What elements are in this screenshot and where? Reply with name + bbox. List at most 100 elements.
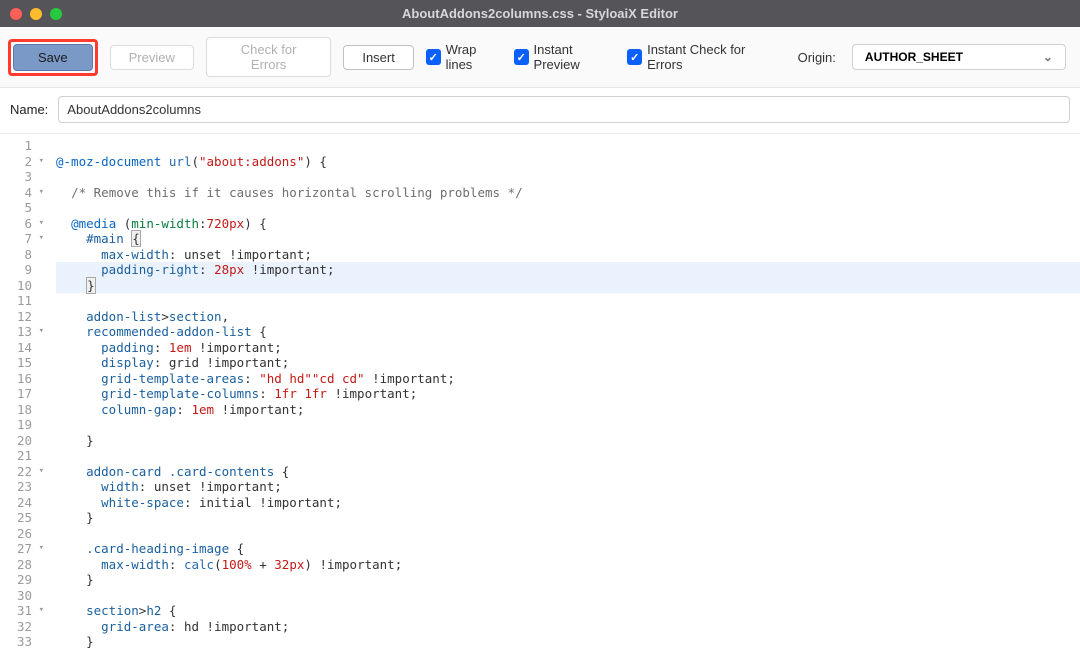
line-number: 22▾ — [0, 464, 50, 480]
line-number: 14 — [0, 340, 50, 356]
line-number: 24 — [0, 495, 50, 511]
name-input[interactable] — [58, 96, 1070, 123]
origin-value: AUTHOR_SHEET — [865, 50, 963, 64]
code-line[interactable] — [56, 200, 1080, 216]
code-line[interactable]: #main { — [56, 231, 1080, 247]
fold-icon[interactable]: ▾ — [36, 464, 44, 480]
code-line[interactable]: addon-card .card-contents { — [56, 464, 1080, 480]
check-icon: ✓ — [627, 49, 642, 65]
line-number: 8 — [0, 247, 50, 263]
code-line[interactable]: addon-list>section, — [56, 309, 1080, 325]
code-line[interactable] — [56, 138, 1080, 154]
window-title: AboutAddons2columns.css - StyloaiX Edito… — [402, 6, 678, 21]
code-area[interactable]: @-moz-document url("about:addons") { /* … — [50, 134, 1080, 653]
line-number: 12 — [0, 309, 50, 325]
origin-select[interactable]: AUTHOR_SHEET ⌄ — [852, 44, 1066, 70]
code-line[interactable]: max-width: unset !important; — [56, 247, 1080, 263]
fold-icon[interactable]: ▾ — [36, 154, 44, 170]
check-errors-button[interactable]: Check for Errors — [206, 37, 331, 77]
code-line[interactable]: /* Remove this if it causes horizontal s… — [56, 185, 1080, 201]
line-number: 2▾ — [0, 154, 50, 170]
fold-icon[interactable]: ▾ — [36, 324, 44, 340]
code-line[interactable] — [56, 293, 1080, 309]
code-line[interactable] — [56, 526, 1080, 542]
line-number: 15 — [0, 355, 50, 371]
code-editor[interactable]: 12▾34▾56▾7▾8910111213▾141516171819202122… — [0, 134, 1080, 653]
line-number: 20 — [0, 433, 50, 449]
code-line[interactable]: grid-template-columns: 1fr 1fr !importan… — [56, 386, 1080, 402]
toolbar: Save Preview Check for Errors Insert ✓ W… — [0, 27, 1080, 88]
code-line[interactable]: padding: 1em !important; — [56, 340, 1080, 356]
code-line[interactable]: @media (min-width:720px) { — [56, 216, 1080, 232]
code-line[interactable]: } — [56, 278, 1080, 294]
code-line[interactable] — [56, 417, 1080, 433]
line-number: 28 — [0, 557, 50, 573]
wrap-lines-checkbox[interactable]: ✓ Wrap lines — [426, 42, 502, 72]
line-number: 32 — [0, 619, 50, 635]
highlight-annotation: Save — [8, 39, 98, 76]
name-row: Name: — [0, 88, 1080, 134]
line-number: 1 — [0, 138, 50, 154]
code-line[interactable]: @-moz-document url("about:addons") { — [56, 154, 1080, 170]
preview-button[interactable]: Preview — [110, 45, 194, 70]
line-number: 34 — [0, 650, 50, 653]
wrap-lines-label: Wrap lines — [446, 42, 502, 72]
minimize-window-icon[interactable] — [30, 8, 42, 20]
fold-icon[interactable]: ▾ — [36, 541, 44, 557]
origin-label: Origin: — [798, 50, 836, 65]
line-number: 29 — [0, 572, 50, 588]
instant-preview-label: Instant Preview — [534, 42, 616, 72]
window-controls — [10, 8, 62, 20]
line-number: 11 — [0, 293, 50, 309]
insert-button[interactable]: Insert — [343, 45, 414, 70]
code-line[interactable]: grid-template-areas: "hd hd""cd cd" !imp… — [56, 371, 1080, 387]
line-number: 23 — [0, 479, 50, 495]
line-number: 9 — [0, 262, 50, 278]
instant-check-checkbox[interactable]: ✓ Instant Check for Errors — [627, 42, 773, 72]
code-line[interactable]: .card-heading-image { — [56, 541, 1080, 557]
code-line[interactable] — [56, 169, 1080, 185]
code-line[interactable]: } — [56, 433, 1080, 449]
line-number: 30 — [0, 588, 50, 604]
line-number: 33 — [0, 634, 50, 650]
save-button[interactable]: Save — [13, 44, 93, 71]
line-number: 25 — [0, 510, 50, 526]
code-line[interactable]: } — [56, 572, 1080, 588]
check-icon: ✓ — [426, 49, 441, 65]
close-window-icon[interactable] — [10, 8, 22, 20]
fold-icon[interactable]: ▾ — [36, 185, 44, 201]
fold-icon[interactable]: ▾ — [36, 216, 44, 232]
code-line[interactable]: section>h2 { — [56, 603, 1080, 619]
line-number: 10 — [0, 278, 50, 294]
instant-preview-checkbox[interactable]: ✓ Instant Preview — [514, 42, 616, 72]
code-line[interactable]: max-width: calc(100% + 32px) !important; — [56, 557, 1080, 573]
code-line[interactable]: } — [56, 634, 1080, 650]
line-number: 26 — [0, 526, 50, 542]
line-number: 6▾ — [0, 216, 50, 232]
line-number: 19 — [0, 417, 50, 433]
line-number: 16 — [0, 371, 50, 387]
code-line[interactable]: display: grid !important; — [56, 355, 1080, 371]
code-line[interactable]: } — [56, 510, 1080, 526]
fold-icon[interactable]: ▾ — [36, 603, 44, 619]
window-titlebar: AboutAddons2columns.css - StyloaiX Edito… — [0, 0, 1080, 27]
instant-check-label: Instant Check for Errors — [647, 42, 774, 72]
code-line[interactable]: recommended-addon-list { — [56, 324, 1080, 340]
code-line[interactable]: white-space: initial !important; — [56, 495, 1080, 511]
line-number: 17 — [0, 386, 50, 402]
line-number: 5 — [0, 200, 50, 216]
code-line[interactable]: grid-area: hd !important; — [56, 619, 1080, 635]
code-line[interactable] — [56, 650, 1080, 653]
line-number: 18 — [0, 402, 50, 418]
zoom-window-icon[interactable] — [50, 8, 62, 20]
code-line[interactable] — [56, 448, 1080, 464]
code-line[interactable]: padding-right: 28px !important; — [56, 262, 1080, 278]
code-line[interactable]: column-gap: 1em !important; — [56, 402, 1080, 418]
chevron-down-icon: ⌄ — [1043, 50, 1053, 64]
line-gutter: 12▾34▾56▾7▾8910111213▾141516171819202122… — [0, 134, 50, 653]
line-number: 31▾ — [0, 603, 50, 619]
fold-icon[interactable]: ▾ — [36, 231, 44, 247]
code-line[interactable]: width: unset !important; — [56, 479, 1080, 495]
name-label: Name: — [10, 102, 48, 117]
code-line[interactable] — [56, 588, 1080, 604]
